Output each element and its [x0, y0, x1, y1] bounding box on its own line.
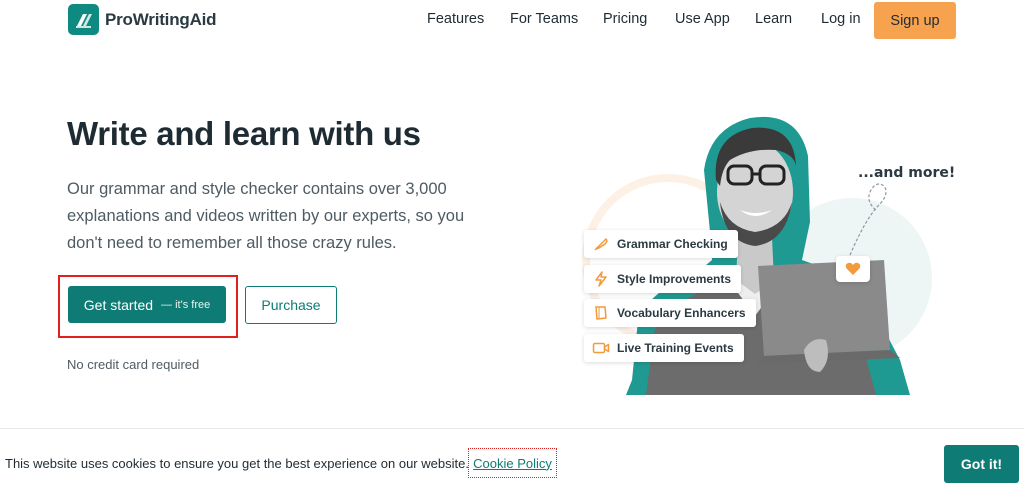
feature-label: Grammar Checking [617, 237, 728, 251]
no-credit-card-note: No credit card required [67, 357, 200, 372]
feature-grammar-checking: Grammar Checking [584, 230, 738, 258]
nav-features[interactable]: Features [427, 11, 484, 27]
video-camera-icon [592, 339, 610, 357]
nav-use-app[interactable]: Use App [675, 11, 730, 27]
nav-log-in[interactable]: Log in [821, 11, 861, 27]
cookie-policy-label: Cookie Policy [473, 455, 552, 471]
nav-learn[interactable]: Learn [755, 11, 792, 27]
sign-up-button[interactable]: Sign up [874, 2, 956, 39]
purchase-button[interactable]: Purchase [245, 286, 337, 324]
feature-vocabulary-enhancers: Vocabulary Enhancers [584, 299, 756, 327]
feature-label: Live Training Events [617, 341, 734, 355]
feature-style-improvements: Style Improvements [584, 265, 742, 293]
hero-title: Write and learn with us [67, 115, 421, 152]
brand-name: ProWritingAid [105, 9, 217, 29]
logo-icon [68, 4, 99, 35]
heart-icon [836, 256, 870, 282]
hero-description: Our grammar and style checker contains o… [67, 180, 465, 252]
cookie-message: This website uses cookies to ensure you … [5, 456, 469, 471]
get-started-label: Get started [83, 296, 154, 313]
free-sublabel: — it's free [161, 298, 211, 311]
book-icon [592, 304, 610, 322]
cookie-policy-link[interactable]: Cookie Policy [468, 448, 557, 478]
hero-illustration: Grammar Checking Style Improvements Voca… [580, 110, 940, 400]
got-it-button[interactable]: Got it! [944, 445, 1019, 483]
nav-for-teams[interactable]: For Teams [510, 11, 578, 27]
feather-pen-icon [592, 235, 610, 253]
feature-label: Style Improvements [617, 272, 732, 286]
and-more-label: ...and more! [858, 165, 956, 181]
feature-live-training-events: Live Training Events [584, 334, 744, 362]
lightning-icon [592, 270, 610, 288]
nav-pricing[interactable]: Pricing [603, 11, 647, 27]
get-started-button[interactable]: Get started — it's free [68, 286, 226, 323]
site-header: ProWritingAid Features For Teams Pricing… [0, 0, 1024, 40]
brand-logo[interactable]: ProWritingAid [68, 4, 217, 35]
feature-label: Vocabulary Enhancers [617, 306, 746, 320]
